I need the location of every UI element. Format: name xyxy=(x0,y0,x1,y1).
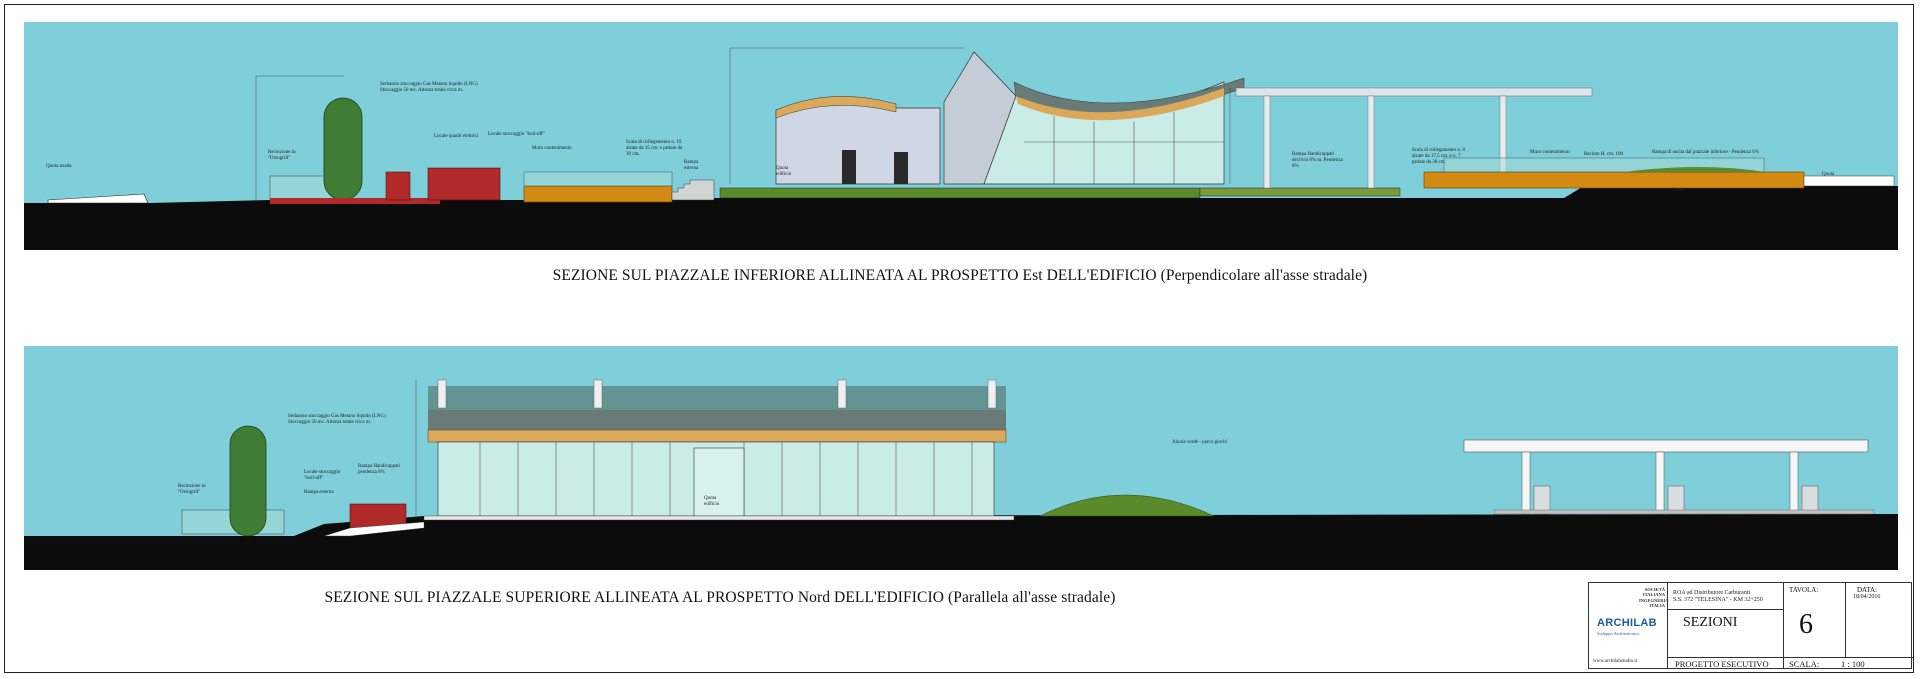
roof-gradient xyxy=(428,386,1006,410)
scala-value: 1 : 100 xyxy=(1841,659,1865,669)
canopy-pillar xyxy=(1367,95,1375,189)
roof-green xyxy=(428,410,1006,430)
note-muro-2-top: Muro contenimento xyxy=(1530,150,1570,155)
note-quota-mid-top: Quota xyxy=(1672,188,1685,193)
wood-band xyxy=(427,429,1007,443)
ground-base xyxy=(24,218,1898,250)
note-aiuola-bottom: Aiuola verde - parco giochi xyxy=(1172,440,1227,445)
note-quota-strada-top: Quota strada xyxy=(46,164,72,169)
logo-wordmark: ARCHILAB xyxy=(1597,617,1657,629)
note-quota-right-top: Quota xyxy=(1822,172,1835,177)
note-locale-stoccaggio-bottom: Locale stoccaggio "boil-off" xyxy=(304,470,341,481)
vent xyxy=(437,379,447,409)
electric-room xyxy=(385,171,411,201)
divider xyxy=(1667,657,1783,658)
drawing-sheet: Quota strada Recinzione in "Orsogrill" S… xyxy=(0,0,1920,679)
grass-strip-2 xyxy=(1199,187,1401,197)
note-locale-quadri-top: Locale quadri elettrici xyxy=(434,134,479,139)
note-serbatoio-bottom: Serbatoio stoccaggio Gas Metano liquido … xyxy=(288,414,386,425)
note-rampa-uscita-top: Rampa di uscita dal piazzale inferiore -… xyxy=(1652,150,1759,155)
divider xyxy=(1667,609,1783,610)
logo-line: ITALIA xyxy=(1649,603,1665,609)
note-serbatoio-top: Serbatoio stoccaggio Gas Metano liquido … xyxy=(380,82,478,93)
red-base xyxy=(270,198,440,204)
logo-right-lines: SOCIETÀ ITALIANA INGEGNERIA ITALIA xyxy=(1639,587,1669,609)
note-scala-2-top: Scala di collegamento n. 8 alzate da 17,… xyxy=(1412,148,1465,165)
bottom-section-drawing xyxy=(24,346,1898,570)
title-block: SOCIETÀ ITALIANA INGEGNERIA ITALIA ARCHI… xyxy=(1588,582,1913,669)
note-recinzione-top: Recinzione in "Orsogrill" xyxy=(268,150,296,161)
top-section-drawing xyxy=(24,22,1898,250)
retaining-wall-left xyxy=(523,185,673,203)
note-rampa-esterna-top: Rampa esterna xyxy=(684,160,699,171)
note-recinzione-bottom: Recinzione in "Orsogrill" xyxy=(178,484,206,495)
canopy-top xyxy=(1235,87,1593,97)
fence-mid xyxy=(523,171,673,187)
ramp-right xyxy=(1803,175,1895,187)
note-quota-edificio-bottom: Quota edificio xyxy=(704,496,720,507)
note-locale-stoccaggio-top: Locale stoccaggio "boil-off" xyxy=(488,132,545,137)
phase: PROGETTO ESECUTIVO xyxy=(1675,659,1769,669)
canopy-pillar xyxy=(1655,451,1665,515)
plinth xyxy=(423,515,1015,521)
fuel-pump xyxy=(1667,485,1685,515)
divider xyxy=(1783,657,1913,658)
data-value: 18/04/2016 xyxy=(1853,594,1881,600)
logo-subtitle: Sviluppo Architettonico xyxy=(1597,631,1640,636)
door-2 xyxy=(894,152,908,184)
vent xyxy=(987,379,997,409)
caption-top: SEZIONE SUL PIAZZALE INFERIORE ALLINEATA… xyxy=(552,267,1368,284)
tavola-value: 6 xyxy=(1799,609,1813,640)
grass-strip xyxy=(719,187,1201,199)
canopy-pillar xyxy=(1789,451,1799,515)
vent xyxy=(593,379,603,409)
note-rampa-esterna-bottom: Rampa esterna xyxy=(304,490,334,495)
canopy-pillar xyxy=(1263,95,1271,189)
project-line-2: S.S. 372 "TELESINA" - KM 32+250 xyxy=(1673,597,1763,603)
boiloff-room xyxy=(427,167,501,201)
pump-island xyxy=(1493,509,1875,515)
canopy-top xyxy=(1463,439,1869,453)
vent xyxy=(837,379,847,409)
data-label: DATA: xyxy=(1857,586,1878,594)
tavola-label: TAVOLA: xyxy=(1789,586,1819,594)
scala-label: SCALA: xyxy=(1789,659,1820,669)
project-line-1: ROA ad Distributore Carburanti xyxy=(1673,590,1751,596)
drawing-title: SEZIONI xyxy=(1683,615,1738,630)
logo-line: SOCIETÀ ITALIANA xyxy=(1642,587,1665,598)
canopy-pillar xyxy=(1521,451,1531,515)
note-recinto-top: Recinto H. cm. 100 xyxy=(1584,152,1624,157)
lng-tank xyxy=(229,425,267,537)
note-rampa-handicap-bottom: Rampa Handicappati pendenza 8% xyxy=(358,464,401,475)
retaining-wall-right xyxy=(1423,171,1805,189)
lng-tank xyxy=(323,97,363,201)
note-scala-top: Scala di collegamento n. 10 alzate da 15… xyxy=(626,140,683,157)
website: www.archilabstudio.it xyxy=(1593,659,1638,664)
fuel-pump xyxy=(1533,485,1551,515)
fuel-pump xyxy=(1801,485,1819,515)
note-quota-edificio-top: Quota edificio xyxy=(776,166,792,177)
note-muro-top: Muro contenimento xyxy=(532,146,572,151)
caption-bottom: SEZIONE SUL PIAZZALE SUPERIORE ALLINEATA… xyxy=(324,589,1116,606)
divider xyxy=(1845,583,1846,657)
logo-area: SOCIETÀ ITALIANA INGEGNERIA ITALIA ARCHI… xyxy=(1589,583,1669,669)
door xyxy=(842,150,856,184)
note-rampa-handicap-top: Rampa Handicappati declivio 8% m. Penden… xyxy=(1292,152,1343,169)
